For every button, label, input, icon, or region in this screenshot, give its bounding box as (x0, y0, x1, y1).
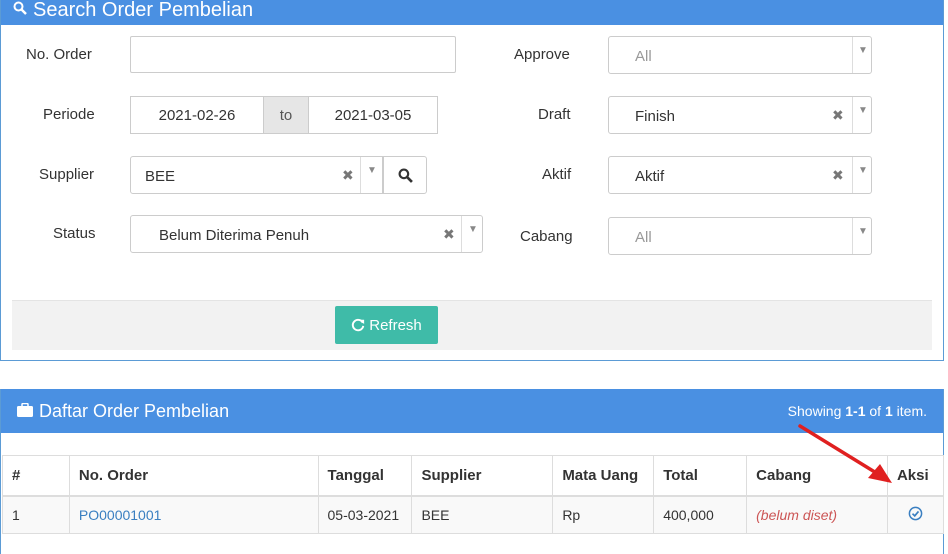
cell-cabang: (belum diset) (746, 495, 888, 534)
col-header-mata-uang[interactable]: Mata Uang (552, 455, 655, 497)
clear-icon[interactable]: ✖ (832, 167, 844, 184)
cabang-value-text: (belum diset) (756, 506, 838, 523)
label-cabang: Cabang (520, 228, 573, 245)
date-from-input[interactable]: 2021-02-26 (131, 97, 263, 133)
summary-mid: of (865, 403, 885, 419)
draft-select[interactable]: Finish ✖ ▼ (608, 96, 872, 134)
list-summary: Showing 1-1 of 1 item. (788, 403, 927, 419)
select-divider (852, 157, 853, 193)
check-circle-icon[interactable] (908, 506, 923, 524)
dropdown-arrow-icon[interactable]: ▼ (858, 105, 868, 116)
dropdown-arrow-icon[interactable]: ▼ (468, 224, 478, 235)
label-no-order: No. Order (26, 46, 92, 63)
cell-num: 1 (2, 495, 70, 534)
label-draft: Draft (538, 106, 571, 123)
dropdown-arrow-icon[interactable]: ▼ (858, 45, 868, 56)
label-periode: Periode (43, 106, 95, 123)
search-icon (398, 168, 413, 183)
periode-range: 2021-02-26 to 2021-03-05 (130, 96, 438, 134)
table-row: 1 PO00001001 05-03-2021 BEE Rp 400,000 (… (2, 495, 945, 534)
search-footer (12, 300, 932, 350)
no-order-input[interactable] (130, 36, 456, 73)
draft-value: Finish (635, 108, 676, 125)
annotation-arrow (798, 424, 892, 483)
select-divider (852, 97, 853, 133)
refresh-label: Refresh (369, 316, 422, 334)
summary-range: 1-1 (845, 403, 866, 419)
label-supplier: Supplier (39, 166, 95, 183)
select-divider (461, 216, 462, 252)
dropdown-arrow-icon[interactable]: ▼ (858, 226, 868, 237)
col-header-no-order[interactable]: No. Order (68, 455, 319, 497)
select-divider (852, 37, 853, 73)
status-value: Belum Diterima Penuh (159, 227, 310, 244)
approve-value: All (635, 48, 652, 65)
dropdown-arrow-icon[interactable]: ▼ (858, 165, 868, 176)
status-select[interactable]: Belum Diterima Penuh ✖ ▼ (130, 215, 483, 253)
label-approve: Approve (514, 46, 570, 63)
label-aktif: Aktif (542, 166, 572, 183)
supplier-select[interactable]: BEE ✖ ▼ (130, 156, 383, 194)
date-to-input[interactable]: 2021-03-05 (309, 97, 437, 133)
summary-total: 1 (884, 403, 893, 419)
list-panel-title: Daftar Order Pembelian (17, 401, 229, 422)
list-title-text: Daftar Order Pembelian (39, 400, 230, 421)
clear-icon[interactable]: ✖ (443, 226, 455, 243)
summary-suffix: item. (892, 403, 927, 419)
cell-no-order: PO00001001 (68, 495, 319, 534)
cell-aksi (886, 495, 945, 534)
search-icon (13, 1, 27, 20)
select-divider (360, 157, 361, 193)
cabang-value: All (635, 229, 652, 246)
order-link[interactable]: PO00001001 (79, 507, 162, 523)
col-header-num[interactable]: # (2, 455, 70, 497)
search-panel-header: Search Order Pembelian (1, 0, 943, 25)
clear-icon[interactable]: ✖ (342, 167, 354, 184)
supplier-value: BEE (145, 168, 176, 185)
cell-supplier: BEE (411, 495, 554, 534)
col-header-total[interactable]: Total (653, 455, 748, 497)
briefcase-icon (17, 401, 33, 422)
select-divider (852, 218, 853, 254)
dropdown-arrow-icon[interactable]: ▼ (367, 165, 377, 176)
col-header-supplier[interactable]: Supplier (411, 455, 554, 497)
supplier-search-button[interactable] (383, 156, 427, 194)
clear-icon[interactable]: ✖ (832, 107, 844, 124)
aktif-select[interactable]: Aktif ✖ ▼ (608, 156, 872, 194)
col-header-tanggal[interactable]: Tanggal (317, 455, 413, 497)
summary-prefix: Showing (787, 403, 846, 419)
aktif-value: Aktif (635, 168, 665, 185)
refresh-icon (352, 318, 365, 332)
cell-total: 400,000 (653, 495, 748, 534)
cell-tanggal: 05-03-2021 (317, 495, 413, 534)
approve-select[interactable]: All ▼ (608, 36, 872, 74)
date-to-label: to (263, 97, 309, 133)
search-panel-title: Search Order Pembelian (33, 0, 254, 21)
cabang-select[interactable]: All ▼ (608, 217, 872, 255)
label-status: Status (53, 225, 96, 242)
refresh-button[interactable]: Refresh (335, 306, 438, 344)
cell-mata-uang: Rp (552, 495, 655, 534)
